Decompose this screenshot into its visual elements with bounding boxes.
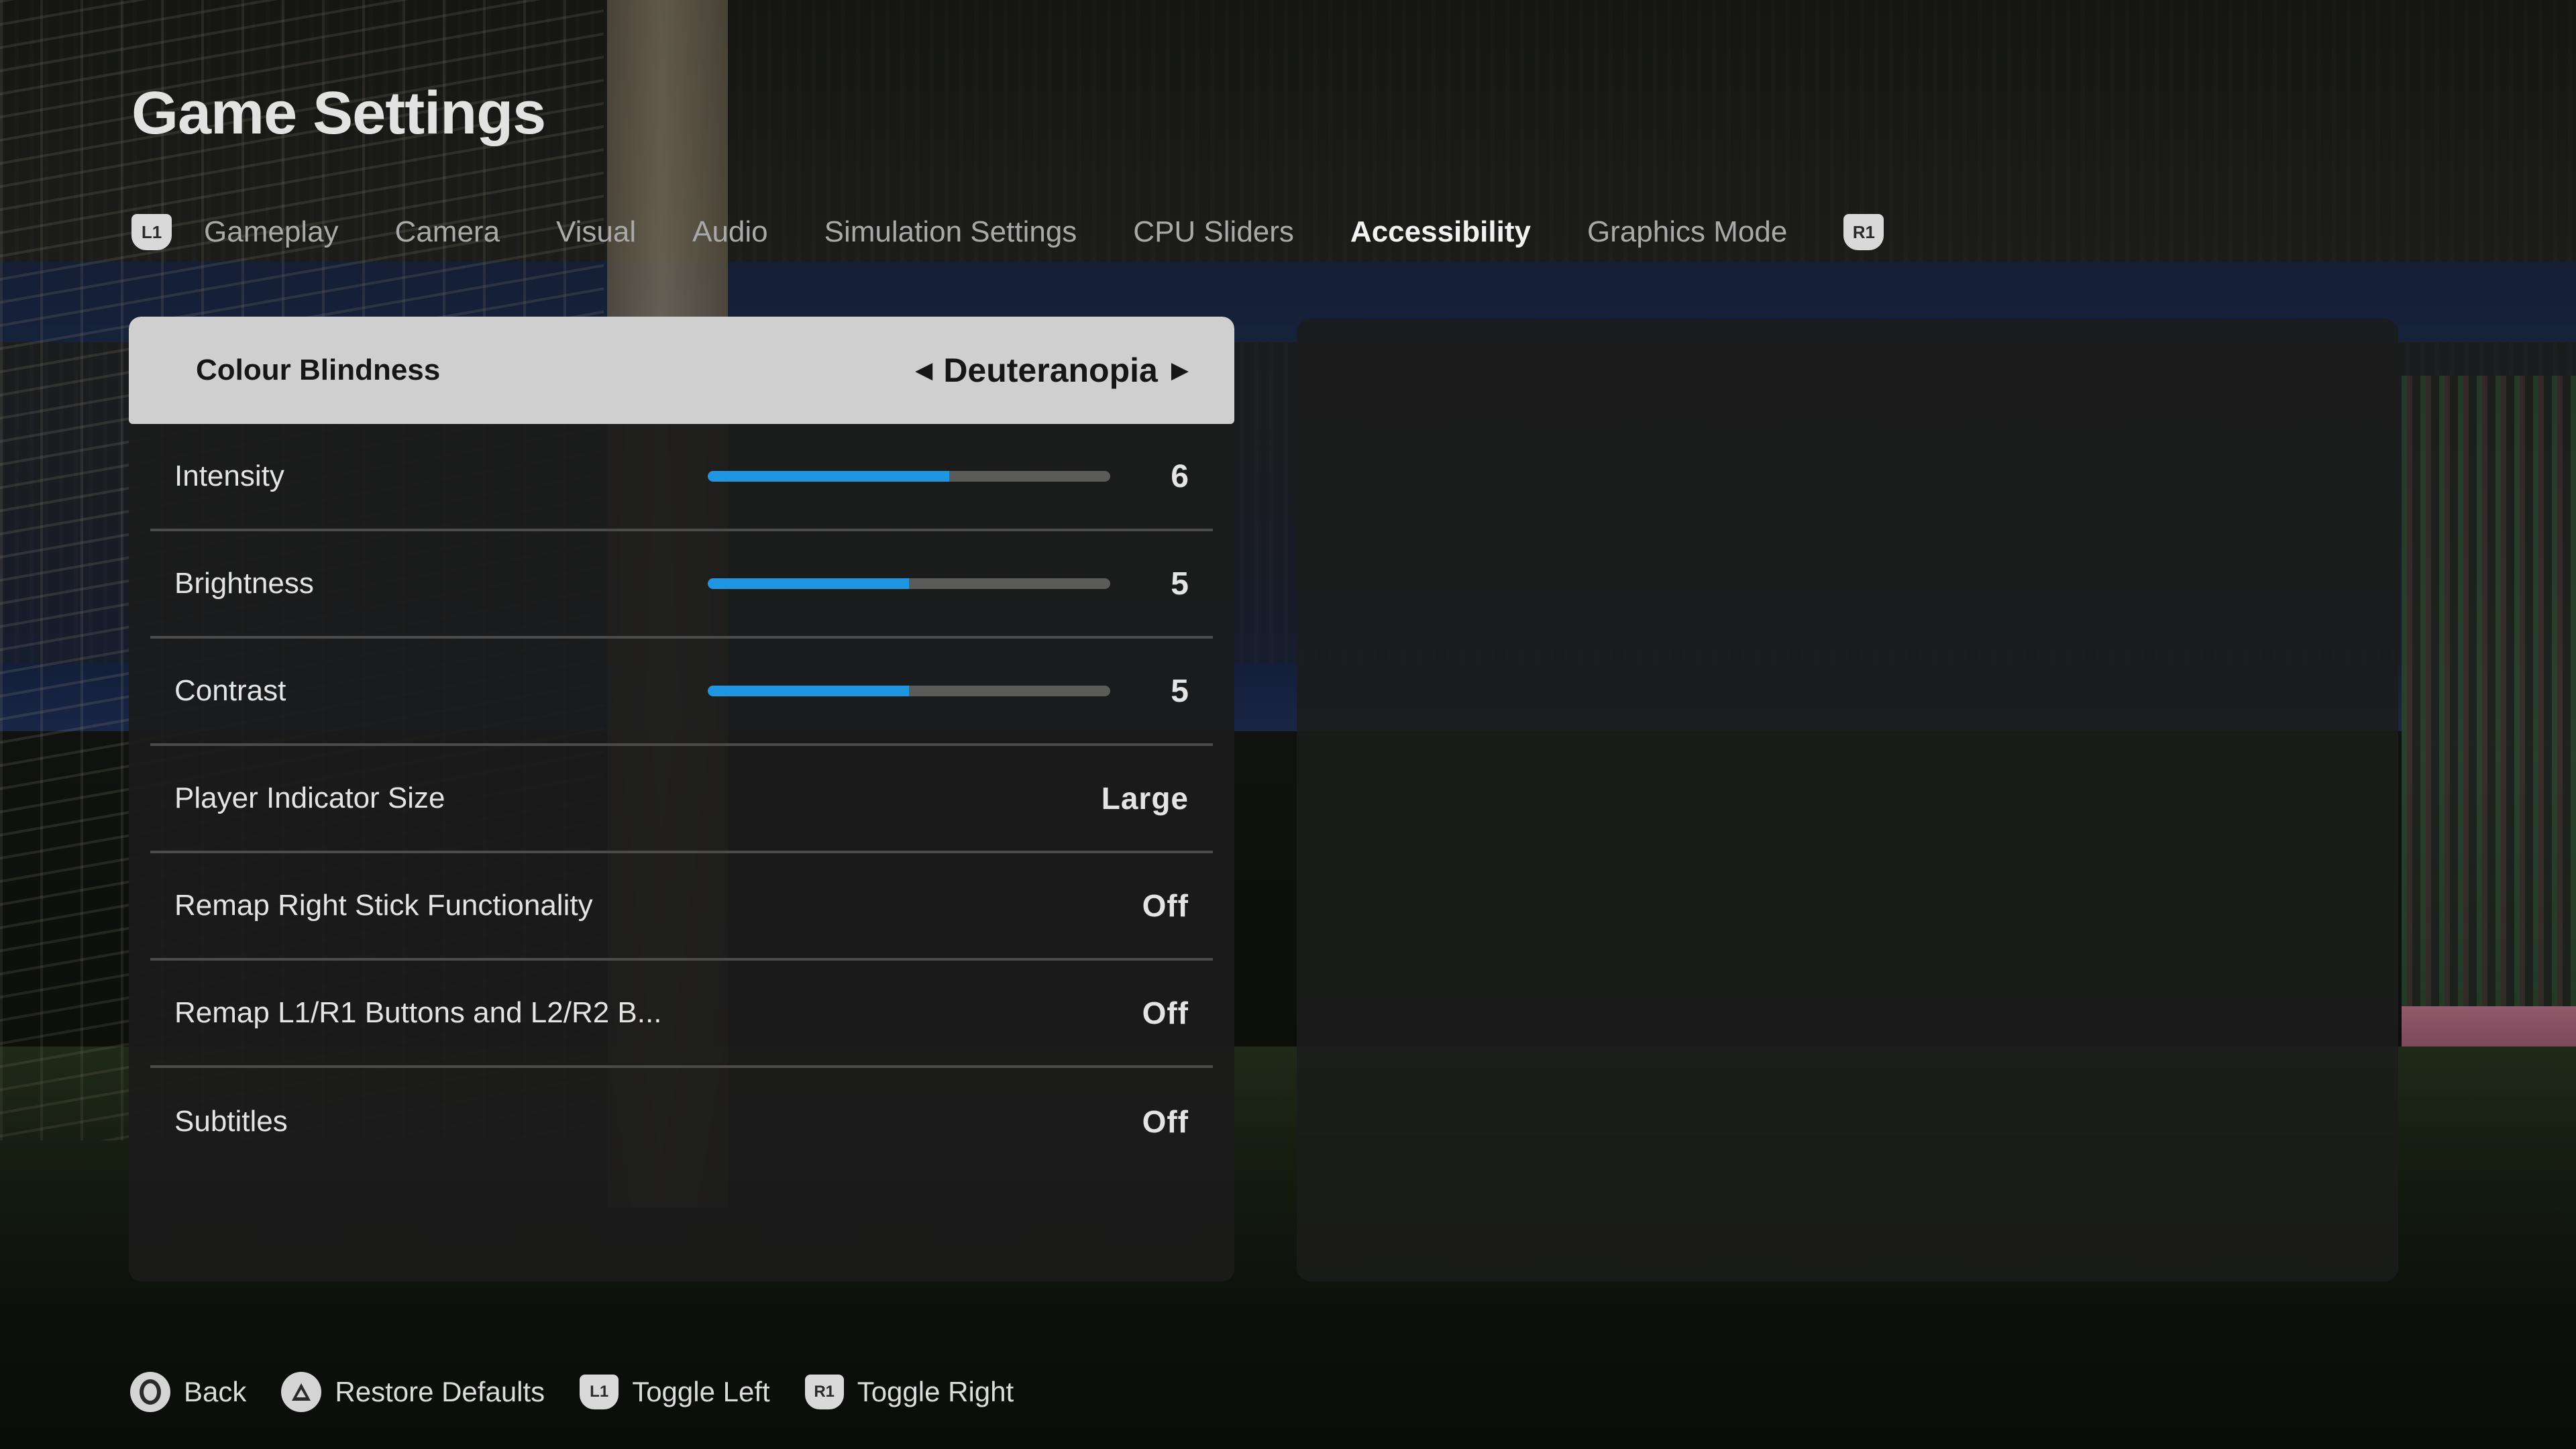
setting-label: Remap L1/R1 Buttons and L2/R2 B...: [174, 996, 662, 1029]
setting-value: Off: [1142, 888, 1189, 923]
setting-value: 6: [1171, 458, 1189, 494]
setting-label: Brightness: [174, 567, 314, 600]
tab-gameplay[interactable]: Gameplay: [204, 215, 339, 249]
slider-fill: [708, 686, 909, 696]
setting-contrast[interactable]: Contrast 5: [150, 639, 1213, 746]
toggle-right-button[interactable]: R1 Toggle Right: [804, 1375, 1014, 1409]
back-label: Back: [184, 1376, 247, 1407]
setting-brightness[interactable]: Brightness 5: [150, 531, 1213, 639]
setting-label: Remap Right Stick Functionality: [174, 889, 593, 922]
tab-accessibility[interactable]: Accessibility: [1350, 215, 1531, 249]
r1-badge-icon[interactable]: R1: [1843, 214, 1884, 250]
setting-label: Colour Blindness: [196, 354, 441, 386]
setting-remap-right-stick[interactable]: Remap Right Stick Functionality Off: [150, 853, 1213, 961]
triangle-button-icon: [281, 1372, 322, 1412]
toggle-left-label: Toggle Left: [632, 1376, 770, 1407]
setting-value: Large: [1101, 781, 1189, 816]
r1-button-icon: R1: [804, 1375, 844, 1409]
settings-list: Colour Blindness ◀ Deuteranopia ▶ Intens…: [129, 317, 1234, 1281]
slider-fill: [708, 471, 949, 482]
preview-panel: [1297, 319, 2398, 1281]
setting-value: 5: [1171, 566, 1189, 602]
restore-defaults-button[interactable]: Restore Defaults: [281, 1372, 545, 1412]
tab-graphics-mode[interactable]: Graphics Mode: [1587, 215, 1787, 249]
triangle-left-icon[interactable]: ◀: [915, 357, 932, 384]
tab-simulation-settings[interactable]: Simulation Settings: [824, 215, 1077, 249]
brightness-slider[interactable]: [708, 578, 1110, 589]
setting-label: Player Indicator Size: [174, 782, 445, 814]
setting-value: Off: [1142, 1104, 1189, 1139]
setting-intensity[interactable]: Intensity 6: [150, 424, 1213, 531]
page-title: Game Settings: [131, 80, 546, 147]
triangle-right-icon[interactable]: ▶: [1171, 357, 1189, 384]
setting-subtitles[interactable]: Subtitles Off: [150, 1068, 1213, 1175]
restore-defaults-label: Restore Defaults: [335, 1376, 545, 1407]
intensity-slider[interactable]: [708, 471, 1110, 482]
toggle-left-button[interactable]: L1 Toggle Left: [580, 1375, 770, 1409]
setting-value: Off: [1142, 996, 1189, 1030]
button-legend: Back Restore Defaults L1 Toggle Left R1 …: [130, 1370, 1049, 1414]
tab-camera[interactable]: Camera: [395, 215, 500, 249]
l1-button-icon: L1: [580, 1375, 619, 1409]
tab-audio[interactable]: Audio: [692, 215, 768, 249]
setting-player-indicator-size[interactable]: Player Indicator Size Large: [150, 746, 1213, 853]
option-selector[interactable]: ◀ Deuteranopia ▶: [915, 351, 1189, 390]
circle-button-icon: [130, 1372, 170, 1412]
setting-label: Intensity: [174, 460, 284, 492]
setting-remap-buttons[interactable]: Remap L1/R1 Buttons and L2/R2 B... Off: [150, 961, 1213, 1068]
back-button[interactable]: Back: [130, 1372, 246, 1412]
setting-value: Deuteranopia: [943, 352, 1158, 389]
toggle-right-label: Toggle Right: [857, 1376, 1014, 1407]
tab-cpu-sliders[interactable]: CPU Sliders: [1133, 215, 1294, 249]
setting-label: Subtitles: [174, 1105, 288, 1138]
contrast-slider[interactable]: [708, 686, 1110, 696]
slider-fill: [708, 578, 909, 589]
tab-visual[interactable]: Visual: [556, 215, 636, 249]
setting-value: 5: [1171, 673, 1189, 709]
l1-badge-icon[interactable]: L1: [131, 214, 172, 250]
setting-colour-blindness[interactable]: Colour Blindness ◀ Deuteranopia ▶: [129, 317, 1234, 424]
settings-tabs: L1 Gameplay Camera Visual Audio Simulati…: [131, 208, 1884, 256]
setting-label: Contrast: [174, 674, 286, 707]
